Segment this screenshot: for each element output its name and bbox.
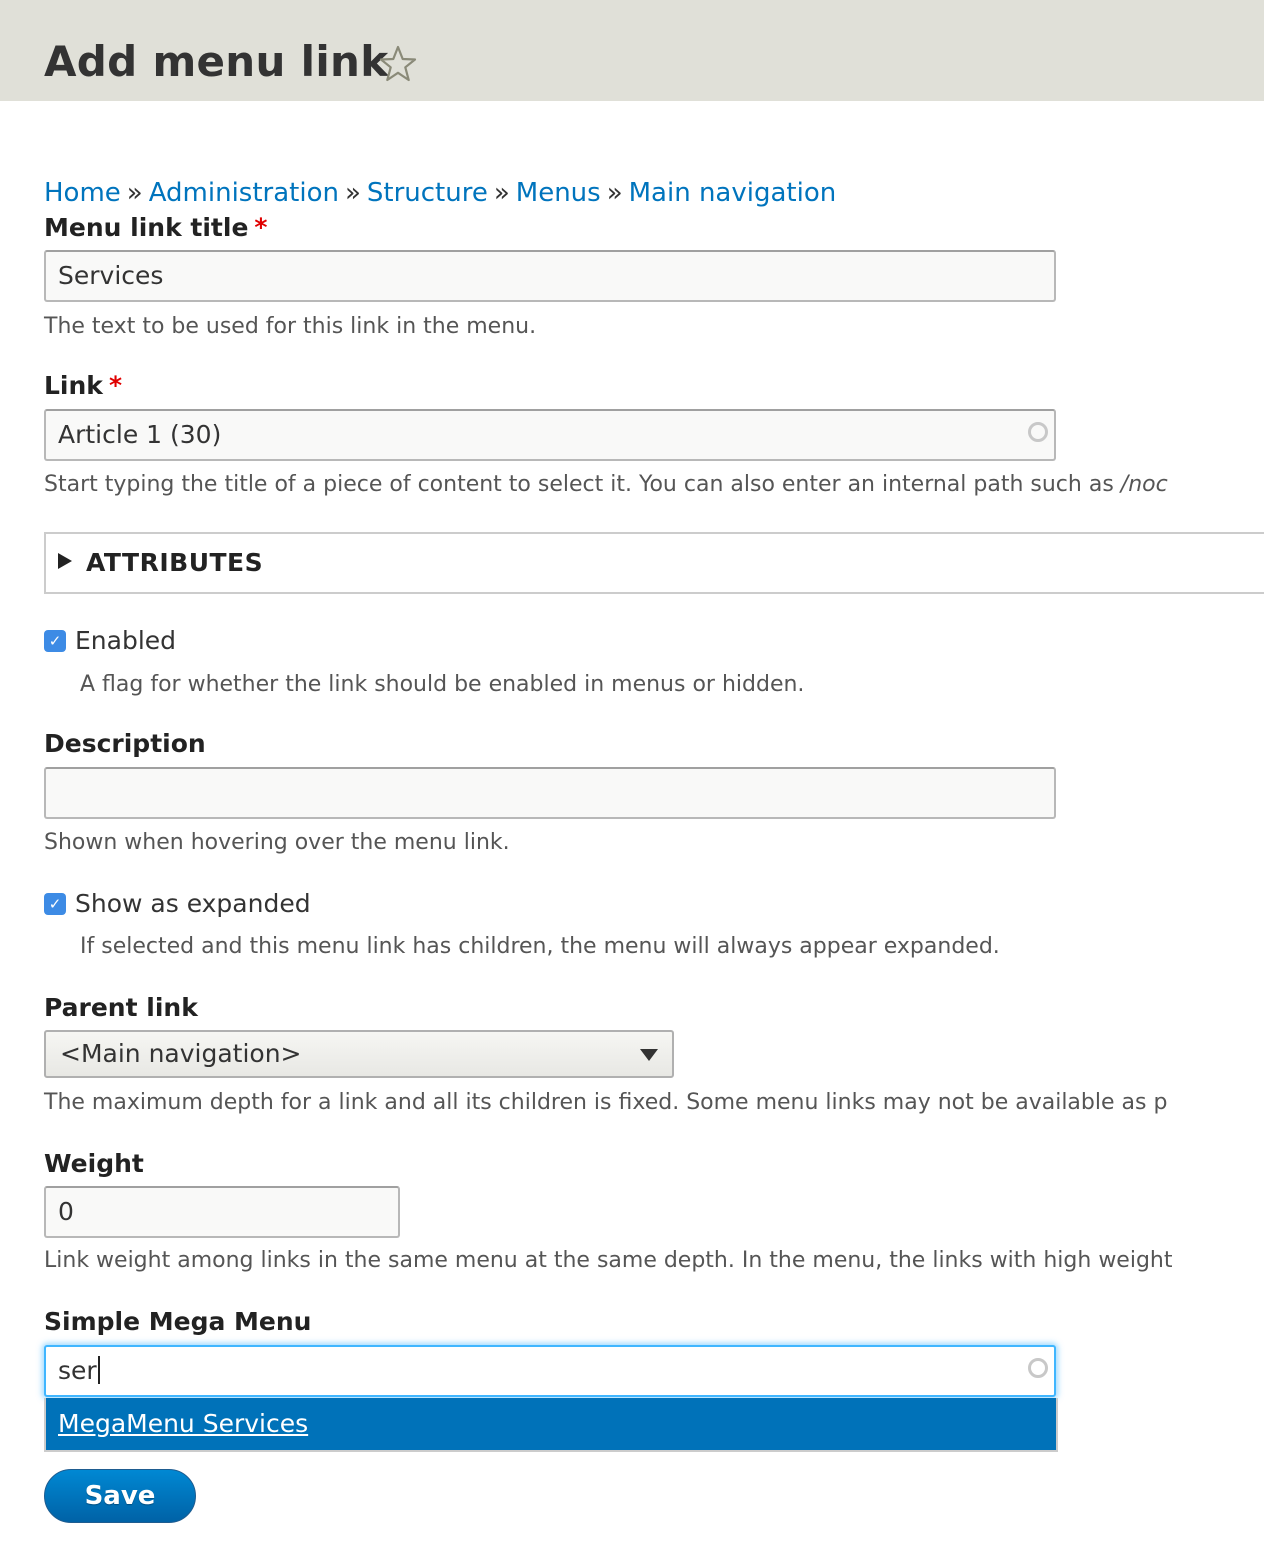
- input-value: Services: [58, 261, 164, 290]
- breadcrumb-separator: »: [606, 178, 623, 208]
- breadcrumb-main-navigation[interactable]: Main navigation: [629, 178, 837, 208]
- input-value: 0: [58, 1197, 74, 1226]
- page-title: Add menu link: [44, 37, 389, 86]
- autocomplete-suggestion[interactable]: MegaMenu Services: [58, 1409, 308, 1438]
- attributes-summary[interactable]: ATTRIBUTES: [58, 548, 263, 577]
- weight-description: Link weight among links in the same menu…: [44, 1248, 1173, 1273]
- menu-link-title-label: Menu link title *: [44, 212, 267, 244]
- parent-link-description: The maximum depth for a link and all its…: [44, 1090, 1168, 1115]
- breadcrumb-structure[interactable]: Structure: [367, 178, 488, 208]
- required-marker: *: [108, 371, 123, 400]
- save-button[interactable]: Save: [44, 1469, 196, 1523]
- description-text: Start typing the title of a piece of con…: [44, 472, 1121, 497]
- breadcrumb: Home» Administration» Structure» Menus» Main…: [44, 176, 836, 210]
- autocomplete-throbber-icon: [1028, 1358, 1048, 1378]
- input-value: Article 1 (30): [58, 420, 222, 449]
- triangle-right-icon: [58, 553, 72, 569]
- expanded-description: If selected and this menu link has child…: [80, 934, 1000, 959]
- description-example-path: /noc: [1120, 472, 1168, 497]
- enabled-checkbox-row[interactable]: ✓ Enabled: [44, 625, 176, 657]
- weight-input[interactable]: 0: [44, 1186, 400, 1238]
- weight-label: Weight: [44, 1149, 144, 1178]
- label-text: Menu link title: [44, 213, 249, 242]
- breadcrumb-menus[interactable]: Menus: [516, 178, 601, 208]
- simple-mega-menu-label: Simple Mega Menu: [44, 1307, 312, 1336]
- breadcrumb-administration[interactable]: Administration: [149, 178, 339, 208]
- text-caret: [97, 1356, 100, 1384]
- attributes-label: ATTRIBUTES: [86, 548, 264, 577]
- autocomplete-throbber-icon: [1028, 422, 1048, 442]
- enabled-label[interactable]: Enabled: [75, 625, 176, 657]
- expanded-checkbox[interactable]: ✓: [44, 893, 66, 915]
- breadcrumb-separator: »: [493, 178, 510, 208]
- breadcrumb-separator: »: [344, 178, 361, 208]
- breadcrumb-home[interactable]: Home: [44, 178, 121, 208]
- enabled-checkbox[interactable]: ✓: [44, 630, 66, 652]
- expanded-label[interactable]: Show as expanded: [75, 888, 311, 920]
- expanded-checkbox-row[interactable]: ✓ Show as expanded: [44, 888, 311, 920]
- description-input[interactable]: [44, 767, 1056, 819]
- menu-link-title-input[interactable]: Services: [44, 250, 1056, 302]
- parent-link-label: Parent link: [44, 993, 198, 1022]
- description-help: Shown when hovering over the menu link.: [44, 830, 510, 855]
- autocomplete-dropdown: MegaMenu Services: [44, 1398, 1058, 1452]
- link-description: Start typing the title of a piece of con…: [44, 470, 1168, 500]
- simple-mega-menu-input[interactable]: ser: [44, 1345, 1056, 1397]
- link-autocomplete-input[interactable]: Article 1 (30): [44, 409, 1056, 461]
- required-marker: *: [254, 213, 268, 242]
- menu-link-title-description: The text to be used for this link in the…: [44, 314, 537, 339]
- attributes-details[interactable]: ATTRIBUTES: [44, 532, 1264, 594]
- input-value: ser: [58, 1356, 97, 1385]
- page-header: Add menu link: [0, 0, 1264, 101]
- link-label: Link *: [44, 370, 122, 402]
- label-text: Link: [44, 371, 103, 400]
- enabled-description: A flag for whether the link should be en…: [80, 672, 805, 697]
- parent-link-select[interactable]: <Main navigation>: [44, 1030, 674, 1078]
- chevron-down-icon: [640, 1049, 658, 1061]
- select-value: <Main navigation>: [60, 1039, 302, 1068]
- star-outline-icon[interactable]: [378, 44, 418, 84]
- breadcrumb-separator: »: [126, 178, 143, 208]
- description-label: Description: [44, 729, 206, 758]
